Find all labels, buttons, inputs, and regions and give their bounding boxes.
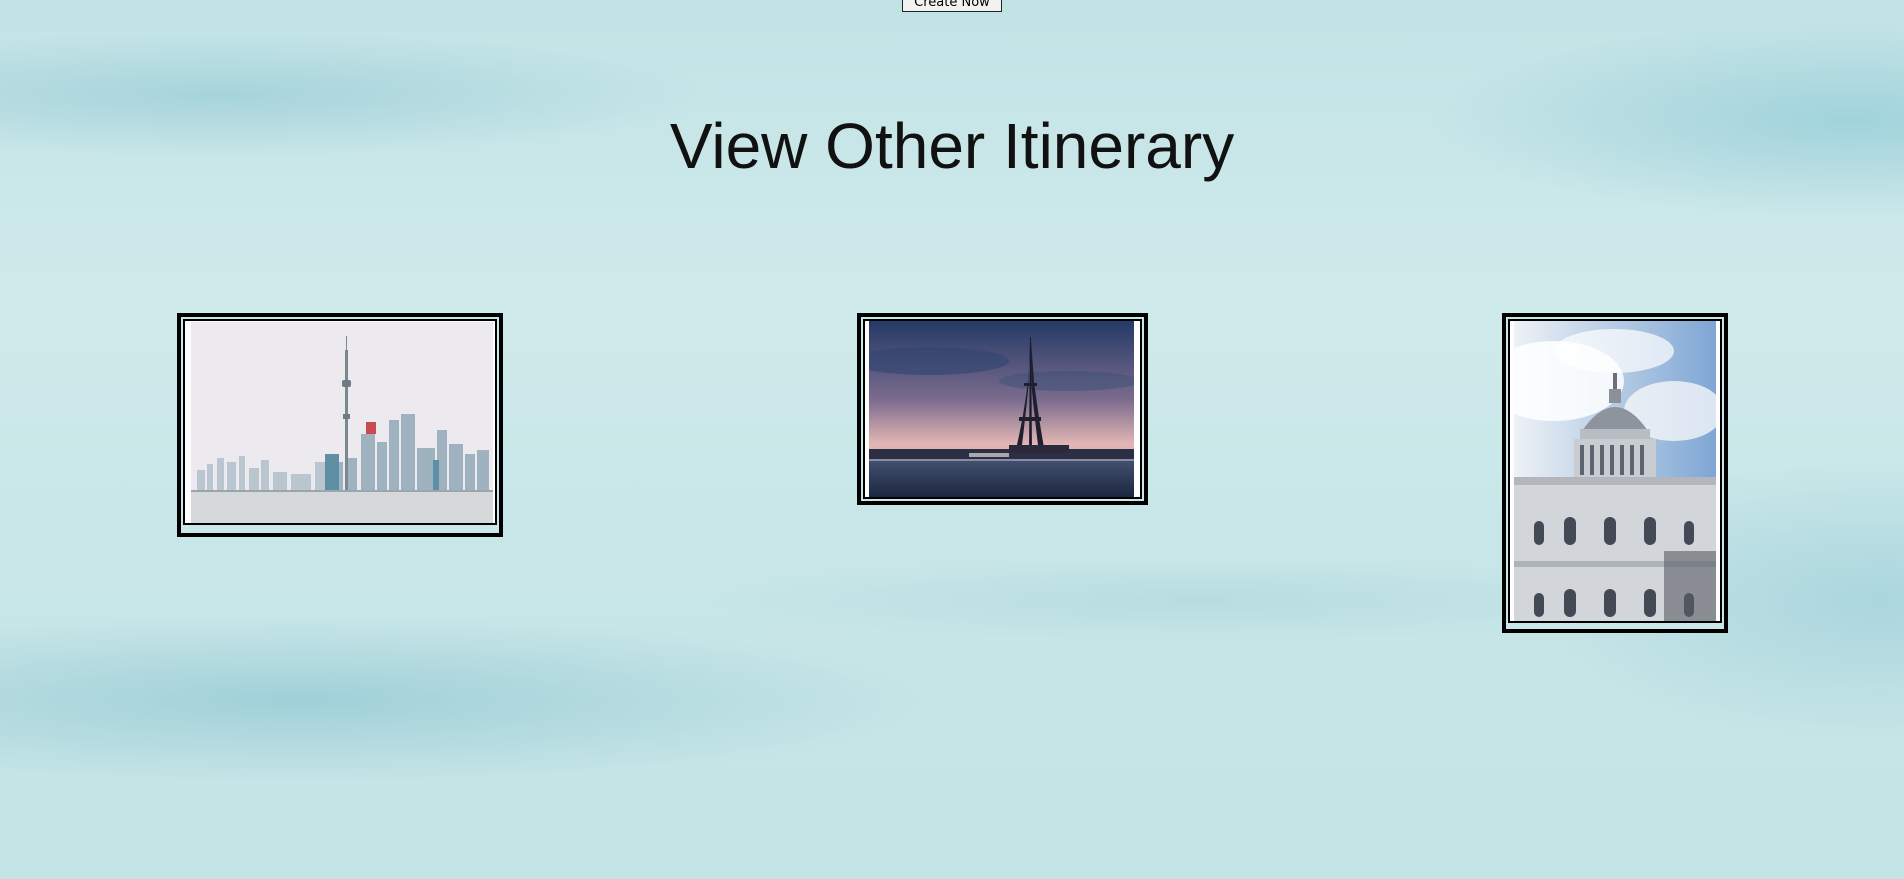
page-title: View Other Itinerary [669, 110, 1235, 182]
paris-eiffel-tower-image [869, 321, 1134, 497]
itinerary-card-toronto[interactable] [177, 313, 503, 537]
itinerary-card-paris[interactable] [857, 313, 1148, 505]
itinerary-card-london[interactable] [1502, 313, 1728, 633]
create-now-button[interactable]: Create Now [902, 0, 1002, 12]
london-st-pauls-cathedral-image [1514, 321, 1716, 621]
toronto-skyline-image [191, 322, 493, 523]
